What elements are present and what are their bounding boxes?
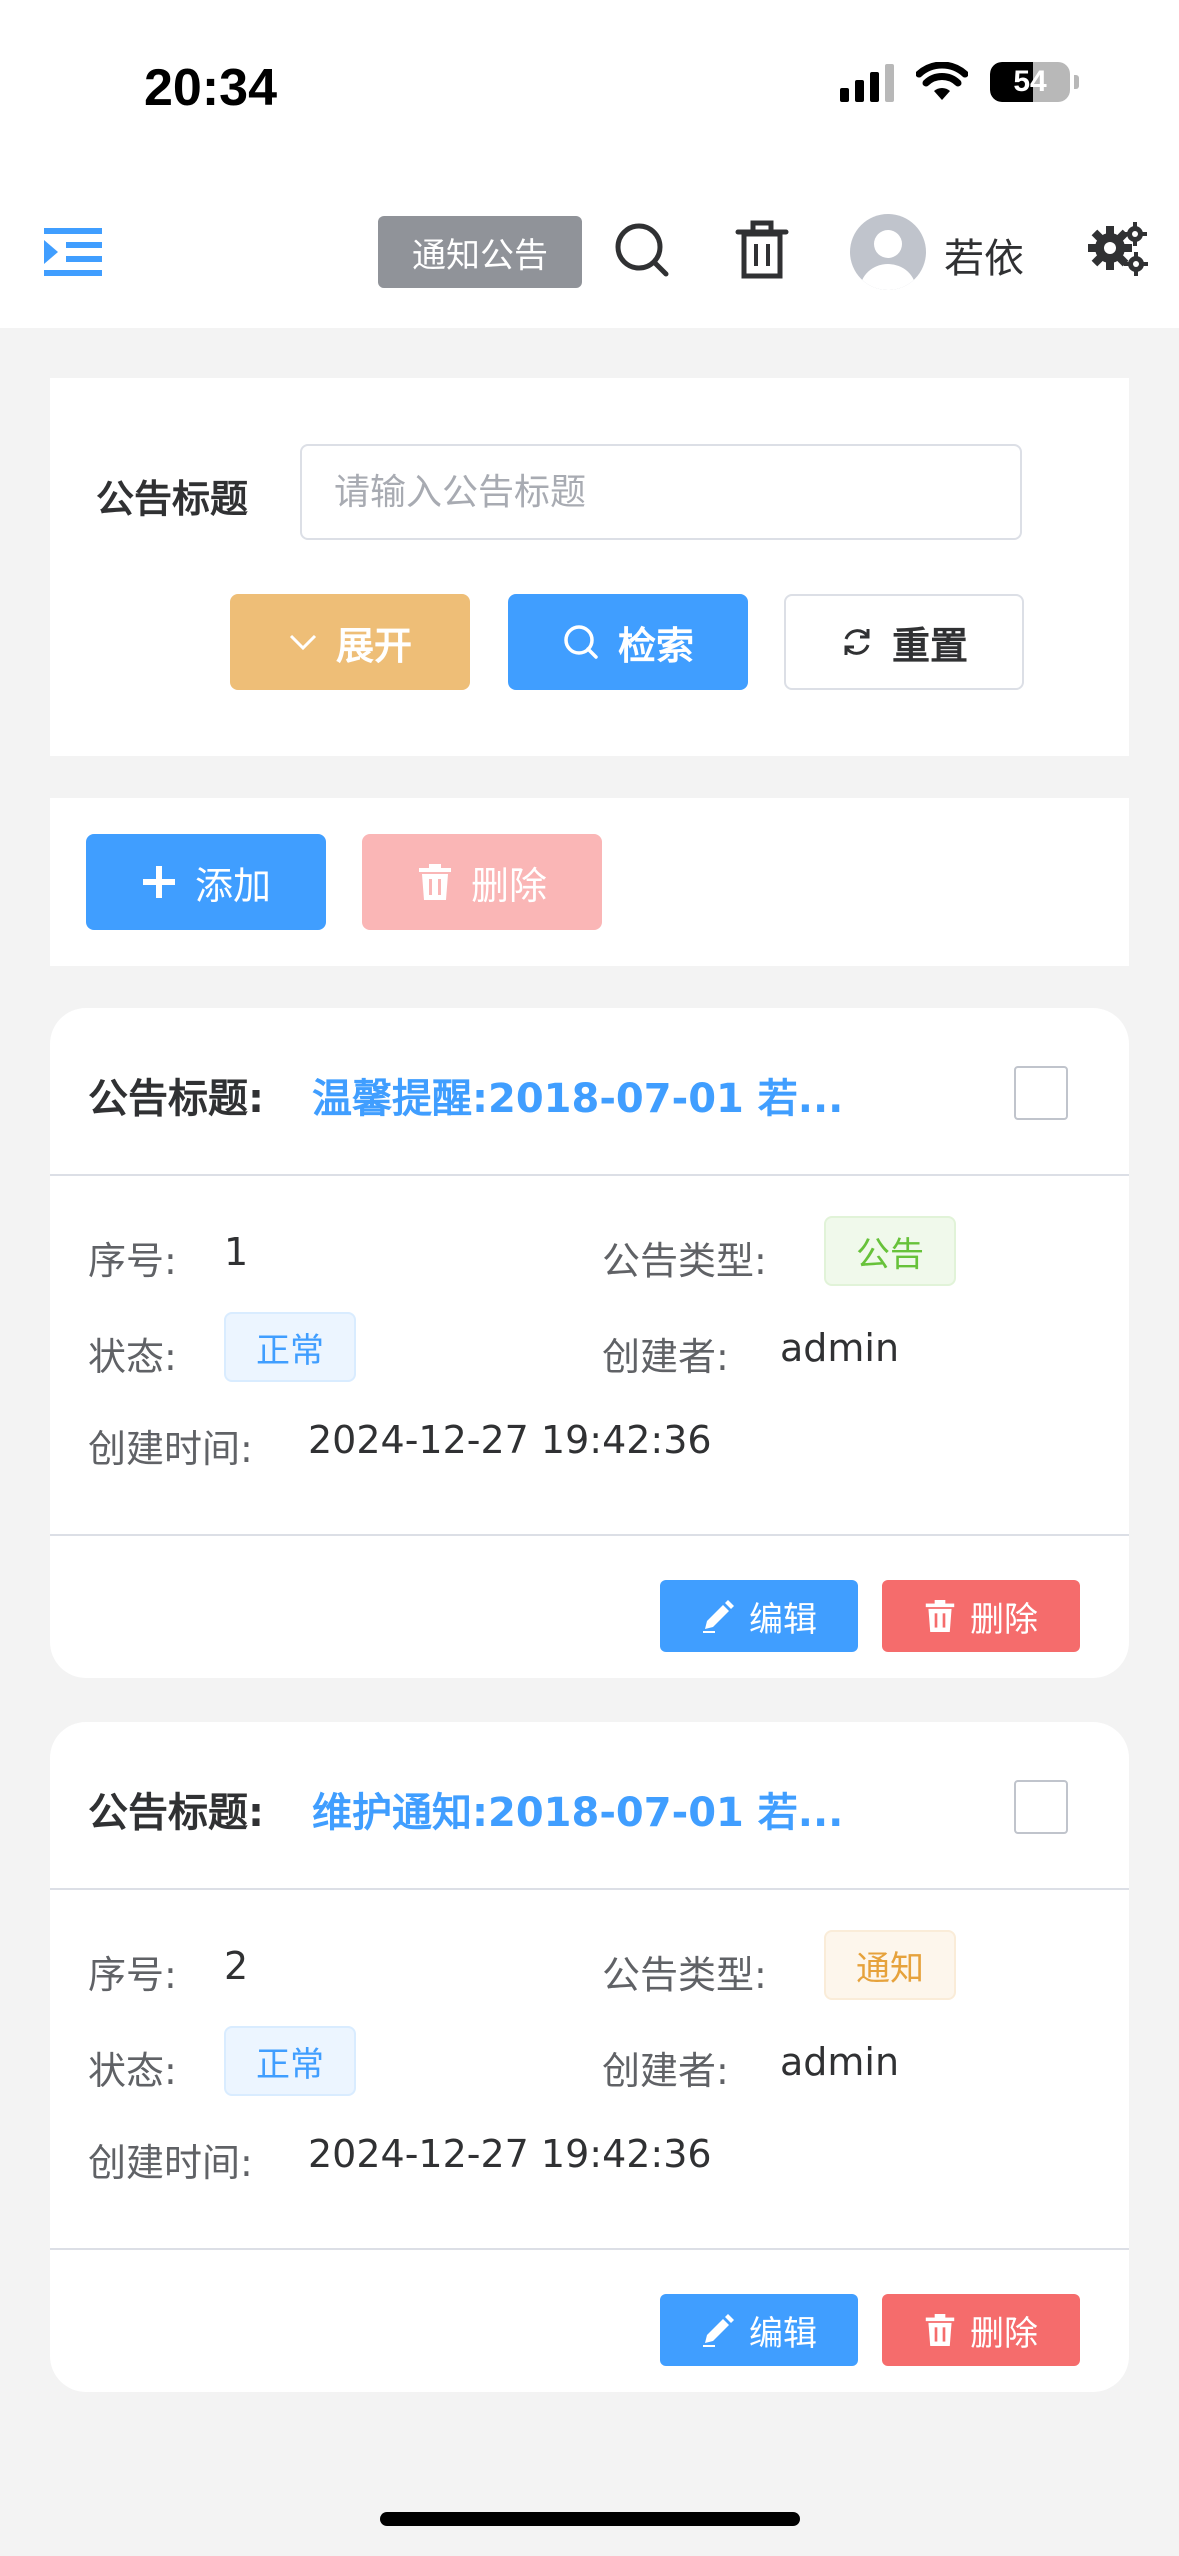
expand-button-label: 展开 (335, 623, 412, 668)
batch-delete-button[interactable]: 删除 (362, 834, 602, 930)
creator-value: admin (780, 1326, 900, 1370)
wifi-icon (916, 62, 968, 100)
battery-tip (1074, 75, 1079, 89)
batch-delete-label: 删除 (470, 863, 547, 908)
type-tag: 通知 (824, 1930, 956, 2000)
notice-select-checkbox[interactable] (1014, 1066, 1068, 1120)
type-label: 公告类型: (602, 1953, 767, 1997)
hamburger-menu-icon[interactable] (44, 226, 104, 278)
type-tag: 公告 (824, 1216, 956, 1286)
index-label: 序号: (88, 1239, 177, 1283)
notice-title[interactable]: 维护通知:2018-07-01 若... (312, 1780, 932, 1838)
search-icon (564, 625, 598, 659)
gear-icon[interactable] (1086, 218, 1150, 282)
notice-title-label: 公告标题: (88, 1076, 264, 1122)
navbar: 通知公告 若依 (0, 170, 1179, 328)
trash-icon (925, 2314, 955, 2346)
divider (50, 2248, 1129, 2250)
reset-button[interactable]: 重置 (784, 594, 1024, 690)
pencil-icon (703, 1600, 734, 1633)
created-at-label: 创建时间: (88, 2141, 253, 2185)
pencil-icon (703, 2314, 734, 2347)
status-label: 状态: (88, 2049, 177, 2093)
delete-button-label: 删除 (970, 1599, 1038, 1640)
created-at-label: 创建时间: (88, 1427, 253, 1471)
creator-value: admin (780, 2040, 900, 2084)
status-time: 20:34 (144, 59, 277, 117)
index-value: 1 (224, 1230, 249, 1274)
notice-select-checkbox[interactable] (1014, 1780, 1068, 1834)
index-value: 2 (224, 1944, 249, 1988)
user-icon (860, 230, 916, 290)
battery-percent: 54 (1013, 65, 1047, 98)
edit-button[interactable]: 编辑 (660, 2294, 858, 2366)
battery-icon: 54 (990, 62, 1070, 102)
edit-button-label: 编辑 (749, 2313, 817, 2354)
trash-icon[interactable] (732, 220, 792, 280)
notice-title[interactable]: 温馨提醒:2018-07-01 若... (312, 1066, 932, 1124)
page-tag[interactable]: 通知公告 (378, 216, 582, 288)
edit-button[interactable]: 编辑 (660, 1580, 858, 1652)
type-label: 公告类型: (602, 1239, 767, 1283)
divider (50, 1534, 1129, 1536)
status-label: 状态: (88, 1335, 177, 1379)
action-toolbar: 添加 删除 (50, 798, 1129, 966)
trash-icon (418, 864, 451, 900)
search-form: 公告标题 展开 检索 重置 (50, 378, 1129, 756)
search-title-label: 公告标题 (96, 477, 249, 521)
add-button[interactable]: 添加 (86, 834, 326, 930)
delete-button[interactable]: 删除 (882, 2294, 1080, 2366)
delete-button[interactable]: 删除 (882, 1580, 1080, 1652)
index-label: 序号: (88, 1953, 177, 1997)
status-bar: 20:34 54 (0, 0, 1179, 170)
search-title-input[interactable] (300, 444, 1022, 540)
creator-label: 创建者: (602, 1335, 729, 1379)
status-tag: 正常 (224, 2026, 356, 2096)
created-at-value: 2024-12-27 19:42:36 (308, 1418, 712, 1462)
creator-label: 创建者: (602, 2049, 729, 2093)
edit-button-label: 编辑 (749, 1599, 817, 1640)
notice-card: 公告标题: 温馨提醒:2018-07-01 若... 序号: 1 公告类型: 公… (50, 1008, 1129, 1678)
created-at-value: 2024-12-27 19:42:36 (308, 2132, 712, 2176)
chevron-down-icon (289, 634, 317, 651)
search-button-label: 检索 (617, 623, 694, 668)
expand-button[interactable]: 展开 (230, 594, 470, 690)
refresh-icon (844, 629, 870, 655)
notice-card-header: 公告标题: 温馨提醒:2018-07-01 若... (50, 1008, 1129, 1176)
user-name[interactable]: 若依 (944, 226, 1024, 284)
search-icon[interactable] (612, 220, 672, 280)
notice-card: 公告标题: 维护通知:2018-07-01 若... 序号: 2 公告类型: 通… (50, 1722, 1129, 2392)
reset-button-label: 重置 (891, 623, 968, 668)
home-indicator (380, 2512, 800, 2526)
status-icons: 54 (840, 62, 1079, 102)
notice-card-header: 公告标题: 维护通知:2018-07-01 若... (50, 1722, 1129, 1890)
avatar[interactable] (850, 214, 926, 290)
status-tag: 正常 (224, 1312, 356, 1382)
notice-title-label: 公告标题: (88, 1790, 264, 1836)
plus-icon (142, 866, 175, 898)
trash-icon (925, 1600, 955, 1632)
signal-icon (840, 62, 894, 102)
search-button[interactable]: 检索 (508, 594, 748, 690)
delete-button-label: 删除 (970, 2313, 1038, 2354)
add-button-label: 添加 (194, 863, 271, 908)
